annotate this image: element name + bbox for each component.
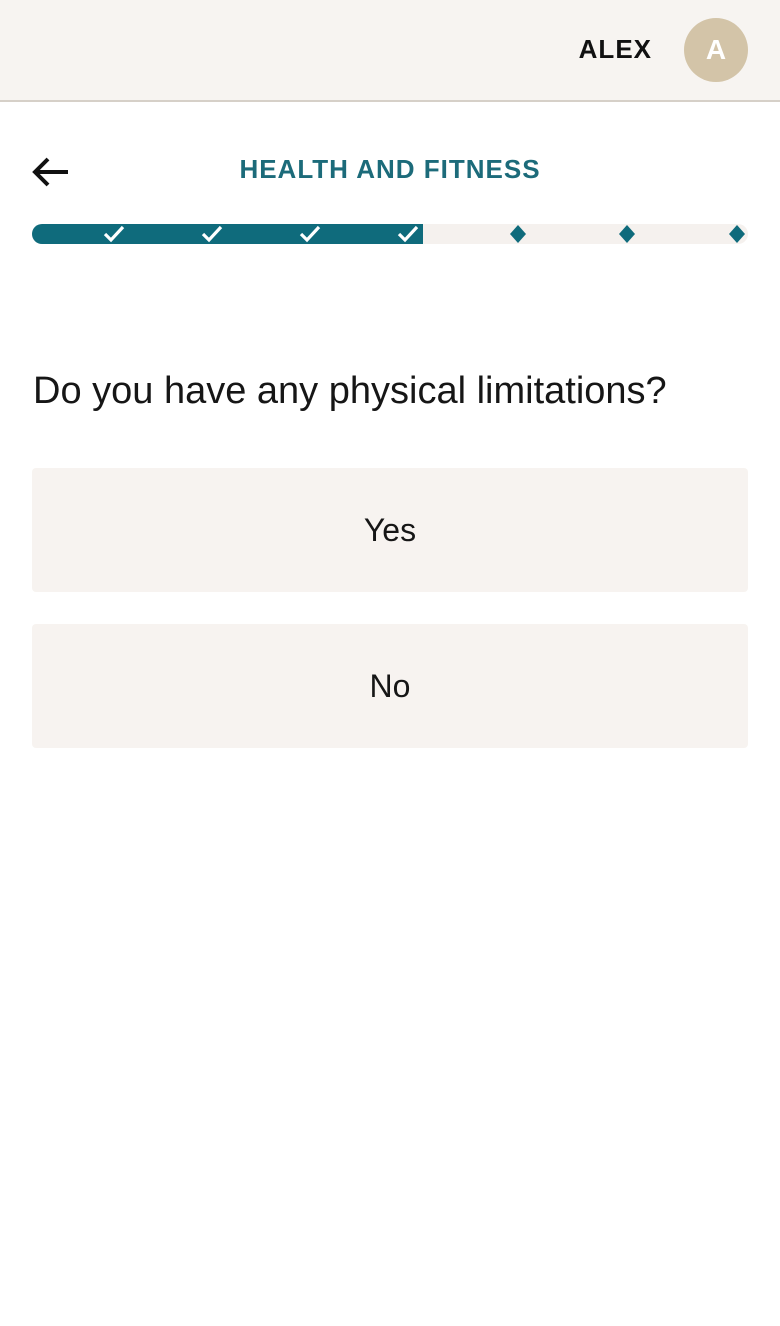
diamond-icon <box>506 224 530 244</box>
progress-bar <box>32 224 748 244</box>
option-no-button[interactable]: No <box>32 624 748 748</box>
diamond-icon <box>615 224 639 244</box>
checkmark-icon <box>200 224 224 244</box>
question-text: Do you have any physical limitations? <box>33 370 667 412</box>
progress-fill <box>32 224 423 244</box>
top-bar: ALEX A <box>0 0 780 102</box>
checkmark-icon <box>298 224 322 244</box>
checkmark-icon <box>396 224 420 244</box>
avatar[interactable]: A <box>684 18 748 82</box>
user-name[interactable]: ALEX <box>579 34 652 65</box>
checkmark-icon <box>102 224 126 244</box>
option-yes-button[interactable]: Yes <box>32 468 748 592</box>
diamond-icon <box>725 224 749 244</box>
page-title: HEALTH AND FITNESS <box>239 154 541 184</box>
